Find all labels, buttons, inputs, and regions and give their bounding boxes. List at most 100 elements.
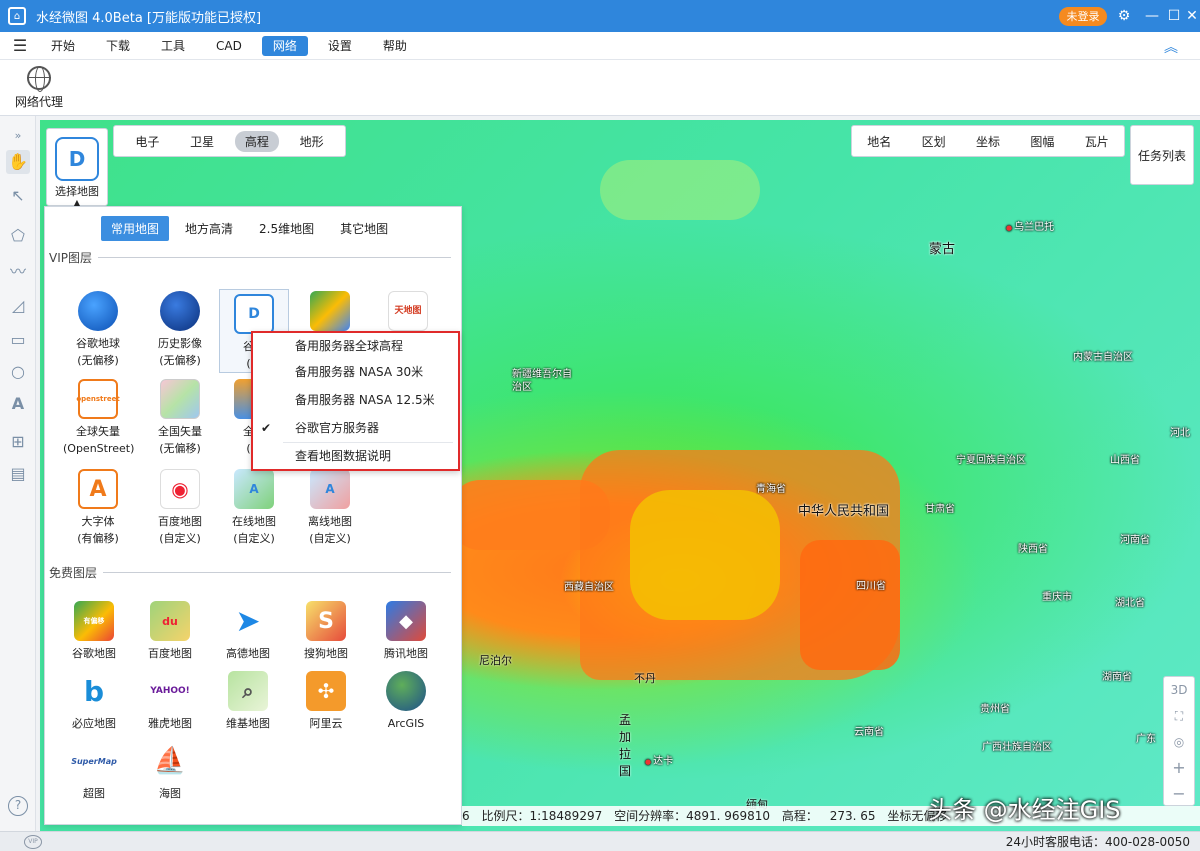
free-tile-yahoo-map[interactable]: YAHOO! 雅虎地图: [135, 671, 205, 732]
free-tile-sogou-map[interactable]: S 搜狗地图: [291, 601, 361, 662]
toggle-boundaries[interactable]: 区划: [922, 133, 946, 150]
vip-badge-icon: VIP: [24, 835, 42, 849]
map-label: 四川省: [856, 581, 886, 592]
app-logo-icon: ⌂: [8, 7, 26, 25]
free-tile-google-map[interactable]: 有偏移 谷歌地图: [59, 601, 129, 662]
tile-label: 离线地图: [308, 515, 352, 528]
resolution-readout: 空间分辨率：4891. 969810: [614, 809, 771, 823]
area-icon[interactable]: ◿: [6, 294, 30, 318]
baidu-du-icon: du: [150, 601, 190, 641]
tab-other-maps[interactable]: 其它地图: [330, 216, 398, 241]
free-tile-tencent-map[interactable]: ◆ 腾讯地图: [371, 601, 441, 662]
measure-icon[interactable]: ⊞: [6, 430, 30, 454]
select-arrow-icon[interactable]: ↖: [6, 184, 30, 208]
menu-network[interactable]: 网络: [261, 35, 308, 56]
ruler-icon[interactable]: ▤: [6, 462, 30, 486]
toggle-tiles[interactable]: 瓦片: [1085, 133, 1109, 150]
hamburger-menu-icon[interactable]: ☰: [0, 36, 40, 55]
help-icon[interactable]: ?: [8, 796, 28, 816]
tile-sublabel: (无偏移): [159, 354, 201, 367]
map-label: 青海省: [756, 484, 786, 495]
hotline-text: 24小时客服电话：400-028-0050: [1005, 835, 1190, 849]
network-proxy-button[interactable]: 网络代理: [10, 66, 68, 110]
free-tile-sea-chart[interactable]: ⛵ 海图: [135, 741, 205, 802]
map-label: 湖南省: [1102, 672, 1132, 683]
menu-item-google-official[interactable]: ✔ 谷歌官方服务器: [253, 415, 458, 441]
free-tile-aliyun[interactable]: ✣ 阿里云: [291, 671, 361, 732]
map-type-switch: 电子 卫星 高程 地形: [113, 125, 346, 157]
vip-tile-offline-map[interactable]: A 离线地图 (自定义): [295, 469, 365, 547]
collapse-ribbon-icon[interactable]: ︽: [1164, 37, 1178, 57]
zoom-in-button[interactable]: +: [1164, 755, 1194, 781]
tab-2-5d-maps[interactable]: 2.5维地图: [249, 216, 324, 241]
vip-tile-history-imagery[interactable]: 历史影像 (无偏移): [145, 291, 215, 369]
tab-local-hd[interactable]: 地方高清: [175, 216, 243, 241]
menu-cad[interactable]: CAD: [205, 36, 253, 56]
select-map-button[interactable]: D 选择地图 ▲: [46, 128, 108, 207]
menu-item-data-description[interactable]: 查看地图数据说明: [253, 443, 458, 469]
menu-help[interactable]: 帮助: [372, 36, 418, 56]
online-map-icon: A: [234, 469, 274, 509]
task-list-button[interactable]: 任务列表: [1130, 125, 1194, 185]
free-tile-wiki-map[interactable]: ⌕ 维基地图: [213, 671, 283, 732]
text-icon[interactable]: A: [6, 392, 30, 416]
tile-sublabel: (无偏移): [77, 354, 119, 367]
window-title: 水经微图 4.0Beta [万能版功能已授权]: [36, 10, 262, 26]
locate-icon[interactable]: ◎: [1164, 729, 1194, 755]
free-tile-arcgis[interactable]: ArcGIS: [371, 671, 441, 732]
tile-label: 超图: [83, 787, 105, 800]
polyline-icon[interactable]: 〰: [6, 260, 30, 284]
tile-label: 谷歌地图: [72, 647, 116, 660]
tab-common-maps[interactable]: 常用地图: [101, 216, 170, 241]
menu-item-nasa-12-5m[interactable]: 备用服务器 NASA 12.5米: [253, 387, 458, 413]
menu-download[interactable]: 下载: [95, 36, 141, 56]
vip-tile-google-earth[interactable]: 谷歌地球 (无偏移): [63, 291, 133, 369]
vip-tile-google-maps-pin[interactable]: [295, 291, 365, 335]
toggle-coordinates[interactable]: 坐标: [976, 133, 1000, 150]
vip-tile-baidu-custom[interactable]: ◉ 百度地图 (自定义): [145, 469, 215, 547]
menu-settings[interactable]: 设置: [317, 36, 363, 56]
polygon-select-icon[interactable]: ⬠: [6, 224, 30, 248]
minimize-button[interactable]: —: [1140, 4, 1164, 28]
map-type-electronic[interactable]: 电子: [125, 131, 169, 152]
menu-tools[interactable]: 工具: [150, 36, 196, 56]
3d-toggle-button[interactable]: 3D: [1164, 677, 1194, 703]
menu-item-nasa-30m[interactable]: 备用服务器 NASA 30米: [253, 359, 458, 385]
login-button[interactable]: 未登录: [1059, 7, 1107, 26]
settings-icon[interactable]: ⚙: [1112, 4, 1136, 28]
free-tile-bing-map[interactable]: b 必应地图: [59, 671, 129, 732]
menu-item-label: 备用服务器全球高程: [295, 339, 404, 353]
tile-label: 百度地图: [158, 515, 202, 528]
close-button[interactable]: ✕: [1180, 4, 1200, 28]
vip-tile-online-map[interactable]: A 在线地图 (自定义): [219, 469, 289, 547]
menu-start[interactable]: 开始: [40, 36, 86, 56]
free-tile-amap[interactable]: ➤ 高德地图: [213, 601, 283, 662]
vip-tile-openstreet[interactable]: openstreet 全球矢量 (OpenStreet): [63, 379, 135, 457]
fullscreen-icon[interactable]: ⛶: [1164, 703, 1194, 729]
map-label: 山西省: [1110, 455, 1140, 466]
free-tile-baidu-map[interactable]: du 百度地图: [135, 601, 205, 662]
china-map-icon: [160, 379, 200, 419]
menu-item-label: 备用服务器 NASA 30米: [295, 365, 424, 379]
rectangle-icon[interactable]: ▭: [6, 328, 30, 352]
vip-tile-large-font[interactable]: A 大字体 (有偏移): [63, 469, 133, 547]
vip-tile-national-vector[interactable]: 全国矢量 (无偏移): [145, 379, 215, 457]
circle-icon[interactable]: ○: [6, 360, 30, 384]
map-type-terrain[interactable]: 地形: [290, 131, 334, 152]
map-label: 尼泊尔: [479, 654, 512, 667]
tile-sublabel: (OpenStreet): [63, 442, 135, 455]
toggle-sheets[interactable]: 图幅: [1030, 133, 1054, 150]
tile-label: 高德地图: [226, 647, 270, 660]
vip-tile-tianditu[interactable]: 天地图: [373, 291, 443, 335]
map-type-elevation[interactable]: 高程: [234, 130, 279, 152]
tile-label: 大字体: [81, 515, 115, 528]
free-tile-supermap[interactable]: SuperMap 超图: [59, 741, 129, 802]
zoom-out-button[interactable]: −: [1164, 781, 1194, 807]
menu-item-backup-global[interactable]: 备用服务器全球高程: [253, 333, 458, 359]
tile-label: 雅虎地图: [148, 717, 192, 730]
toggle-place-names[interactable]: 地名: [867, 133, 891, 150]
pan-hand-icon[interactable]: ✋: [6, 150, 30, 174]
map-type-satellite[interactable]: 卫星: [180, 131, 224, 152]
expand-icon[interactable]: »: [6, 124, 30, 148]
google-maps-icon: [310, 291, 350, 331]
